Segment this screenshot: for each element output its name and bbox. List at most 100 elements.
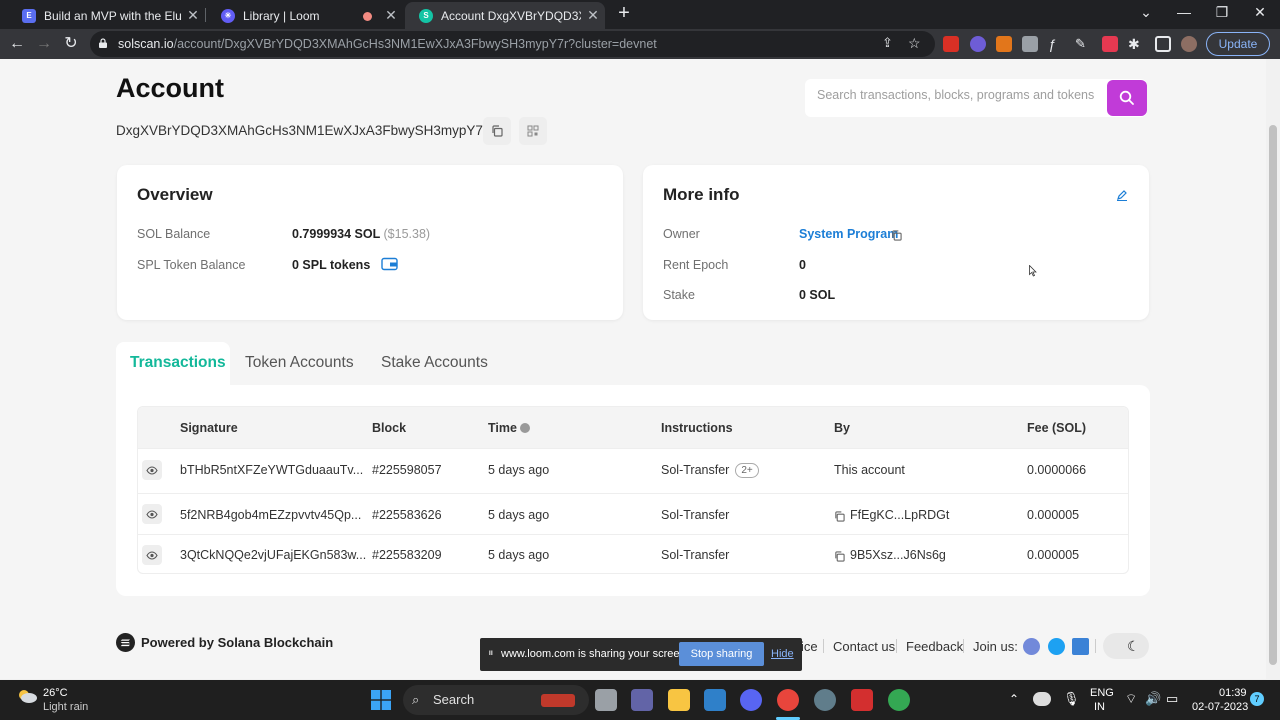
by-address-link[interactable]: FfEgKC...LpRDGt [850,508,949,522]
tab-solscan-account[interactable]: S Account DxgXVBrYDQD3XMAhG ✕ [405,2,605,29]
minimize-icon[interactable]: — [1174,4,1194,20]
qr-code-button[interactable] [519,117,547,145]
update-button[interactable]: Update [1206,32,1270,56]
block-link[interactable]: #225583209 [372,548,442,562]
forward-icon[interactable]: → [33,33,55,55]
signature-link[interactable]: 3QtCkNQQe2vjUFajEKGn583w... [180,548,366,562]
app-icon[interactable] [851,689,873,711]
file-explorer-icon[interactable] [668,689,690,711]
extension-icon[interactable] [943,36,959,52]
overview-title: Overview [137,185,213,204]
by-address-link[interactable]: 9B5Xsz...J6Ns6g [850,548,946,562]
close-window-icon[interactable]: ✕ [1250,4,1270,21]
metamask-icon[interactable] [996,36,1012,52]
profile-avatar[interactable] [1181,36,1197,52]
tab-transactions[interactable]: Transactions [116,342,230,386]
clock-date[interactable]: 02-07-2023 [1192,701,1248,713]
tab-elusiv[interactable]: E Build an MVP with the Elusiv SDK ✕ [8,2,205,29]
volume-icon[interactable]: 🔊 [1145,691,1161,707]
twitter-icon[interactable] [1048,638,1065,655]
microphone-icon[interactable]: 🎙 [1063,691,1080,707]
contact-us-link[interactable]: Contact us [833,639,895,654]
owner-link[interactable]: System Program [799,227,898,241]
show-hidden-icons-chevron-icon[interactable]: ⌃ [1009,692,1019,706]
feedback-link[interactable]: Feedback [906,639,963,654]
discord-icon[interactable] [1023,638,1040,655]
weather-rain-icon[interactable] [16,688,38,706]
rent-epoch-label: Rent Epoch [663,258,729,272]
language-region[interactable]: IN [1094,701,1105,713]
formula-extension-icon[interactable]: ƒ [1048,36,1064,52]
search-button[interactable] [1107,80,1147,116]
clock-time[interactable]: 01:39 [1219,687,1247,699]
reload-icon[interactable]: ↻ [60,33,82,55]
stake-label: Stake [663,288,695,302]
close-tab-icon[interactable]: ✕ [379,7,403,24]
view-details-button[interactable] [142,504,162,524]
page-content: Account DxgXVBrYDQD3XMAhGcHs3NM1EwXJxA3F… [0,59,1266,679]
language-code[interactable]: ENG [1090,687,1114,699]
new-tab-button[interactable]: + [613,3,635,25]
elusiv-favicon-icon: E [22,8,36,23]
close-tab-icon[interactable]: ✕ [181,7,205,24]
wallet-icon[interactable] [381,257,398,274]
instruction-value: Sol-Transfer [661,548,730,562]
copy-icon[interactable] [891,229,902,244]
dark-mode-toggle[interactable]: ☾ [1103,633,1149,659]
copy-address-button[interactable] [483,117,511,145]
footer-separator [1095,639,1096,653]
hide-link[interactable]: Hide [771,648,794,660]
task-view-icon[interactable] [595,689,617,711]
chrome-profile-icon[interactable] [888,689,910,711]
vscode-icon[interactable] [704,689,726,711]
view-details-button[interactable] [142,460,162,480]
tab-token-accounts[interactable]: Token Accounts [231,342,368,386]
stop-sharing-button[interactable]: Stop sharing [679,642,764,666]
signature-link[interactable]: bTHbR5ntXFZeYWTGduaauTv... [180,463,363,477]
block-link[interactable]: #225583626 [372,508,442,522]
battery-icon[interactable]: ▭ [1166,691,1178,707]
instruction-count-badge[interactable]: 2+ [735,463,759,479]
puzzle-extensions-icon[interactable]: ✱ [1128,36,1144,52]
tab-search-chevron-icon[interactable]: ⌄ [1136,4,1156,21]
block-link[interactable]: #225598057 [372,463,442,477]
side-panel-icon[interactable] [1155,36,1171,52]
screen-share-bar: ⏸ www.loom.com is sharing your screen. S… [480,638,802,671]
view-details-button[interactable] [142,545,162,565]
extension-icon[interactable] [970,36,986,52]
drag-handle-icon[interactable]: ⏸ [488,647,494,660]
extension-icon[interactable] [1102,36,1118,52]
search-input[interactable] [817,88,1107,102]
stake-value: 0 SOL [799,288,836,302]
page-scrollbar[interactable] [1266,59,1280,679]
address-bar[interactable]: solscan.io/account/DxgXVBrYDQD3XMAhGcHs3… [90,31,935,57]
tab-stake-accounts[interactable]: Stake Accounts [367,342,502,386]
copy-icon[interactable] [834,550,845,565]
back-icon[interactable]: ← [6,33,28,55]
footer-link-partial[interactable]: ice [801,639,818,654]
copy-icon[interactable] [834,510,845,525]
wifi-icon[interactable]: ⌔ [1125,691,1137,707]
camera-extension-icon[interactable] [1022,36,1038,52]
clock-icon[interactable] [520,423,531,433]
discord-icon[interactable] [740,689,762,711]
onedrive-cloud-icon[interactable] [1033,692,1051,706]
chrome-icon[interactable] [777,689,799,711]
teams-icon[interactable] [631,689,653,711]
taskbar-search[interactable]: ⌕ Search [403,685,589,715]
medium-icon[interactable] [1072,638,1089,655]
maximize-icon[interactable]: ❐ [1212,4,1232,21]
tab-loom-library[interactable]: ✳ Library | Loom ✕ [207,2,403,29]
weather-desc: Light rain [43,701,89,713]
owner-label: Owner [663,227,700,241]
notification-badge[interactable]: 7 [1250,692,1264,706]
signature-link[interactable]: 5f2NRB4gob4mEZzpvvtv45Qp... [180,508,361,522]
pen-extension-icon[interactable]: ✎ [1075,36,1091,52]
share-icon[interactable]: ⇪ [882,35,893,51]
settings-icon[interactable] [814,689,836,711]
bookmark-star-icon[interactable]: ☆ [908,35,921,52]
scrollbar-thumb[interactable] [1269,125,1277,665]
windows-start-icon[interactable] [371,690,391,710]
close-tab-icon[interactable]: ✕ [581,7,605,24]
edit-icon[interactable] [1116,189,1128,204]
